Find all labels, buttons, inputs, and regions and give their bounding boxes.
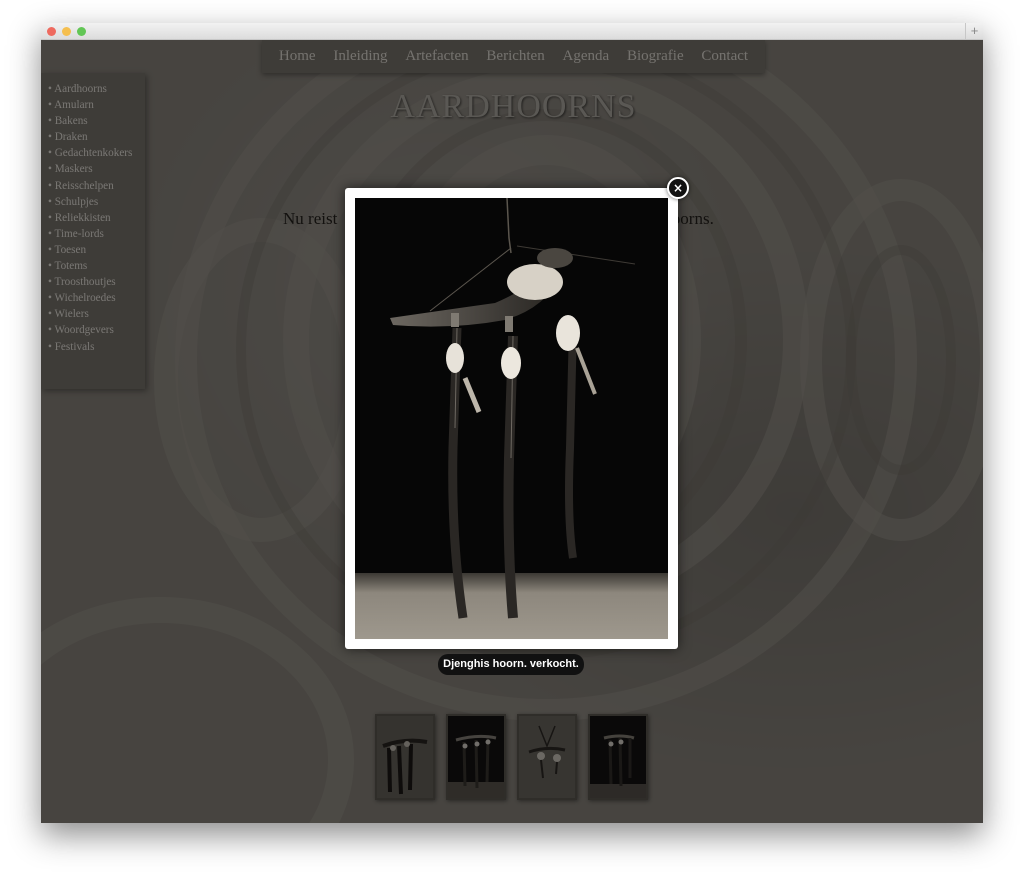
- browser-window: + Home Inleiding Artefacten Berichten: [41, 23, 983, 823]
- lightbox-image: [355, 198, 668, 639]
- lightbox-caption: Djenghis hoorn. verkocht.: [438, 654, 584, 675]
- minimize-window-icon[interactable]: [62, 27, 71, 36]
- new-tab-button[interactable]: +: [965, 23, 983, 40]
- hanging-horn-icon: [355, 198, 668, 639]
- lightbox-close-button[interactable]: ×: [667, 177, 689, 199]
- close-window-icon[interactable]: [47, 27, 56, 36]
- browser-titlebar: +: [41, 23, 983, 40]
- lightbox-frame: [345, 188, 678, 649]
- page-content: Home Inleiding Artefacten Berichten Agen…: [41, 40, 983, 823]
- zoom-window-icon[interactable]: [77, 27, 86, 36]
